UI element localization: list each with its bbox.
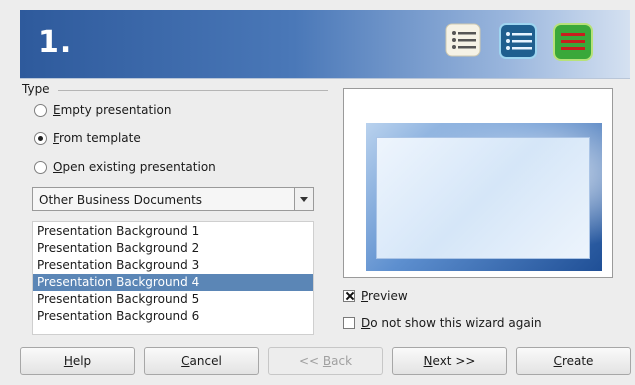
cancel-button[interactable]: Cancel [144,347,259,375]
radio-label: Empty presentation [53,103,172,117]
chevron-down-icon[interactable] [294,188,313,210]
list-item[interactable]: Presentation Background 2 [33,240,313,257]
list-icon [444,22,482,58]
radio-empty-presentation[interactable]: Empty presentation [34,103,171,117]
wizard-banner: 1. [20,10,630,79]
dont-show-checkbox-label: Do not show this wizard again [361,316,542,330]
type-group-label: Type [22,82,50,96]
slide-preview [366,95,602,271]
radio-label: Open existing presentation [53,160,216,174]
step-number: 1. [38,25,73,60]
preview-checkbox-label: Preview [361,289,408,303]
list-item-selected[interactable]: Presentation Background 4 [33,274,313,291]
list-item[interactable]: Presentation Background 1 [33,223,313,240]
radio-circle[interactable] [34,160,47,174]
radio-label: From template [53,131,141,145]
template-list[interactable]: Presentation Background 1 Presentation B… [32,221,314,335]
list-icon-green [552,22,594,62]
list-item[interactable]: Presentation Background 6 [33,308,313,325]
category-value: Other Business Documents [39,193,203,207]
radio-from-template[interactable]: From template [34,131,141,145]
list-item[interactable]: Presentation Background 3 [33,257,313,274]
list-item[interactable]: Presentation Background 5 [33,291,313,308]
dont-show-checkbox[interactable]: Do not show this wizard again [343,316,542,330]
slide-content-area [376,137,590,259]
list-icon-blue [498,22,538,60]
checkbox-box[interactable] [343,290,355,302]
help-button[interactable]: Help [20,347,135,375]
type-group-divider [58,90,328,91]
slide-background [366,123,602,271]
back-button[interactable]: << Back [268,347,383,375]
radio-open-existing[interactable]: Open existing presentation [34,160,216,174]
create-button[interactable]: Create [516,347,631,375]
category-dropdown[interactable]: Other Business Documents [32,187,314,211]
radio-circle[interactable] [34,103,47,117]
preview-checkbox[interactable]: Preview [343,289,408,303]
next-button[interactable]: Next >> [392,347,507,375]
checkbox-box[interactable] [343,317,355,329]
preview-pane [343,88,613,278]
radio-circle[interactable] [34,131,47,145]
